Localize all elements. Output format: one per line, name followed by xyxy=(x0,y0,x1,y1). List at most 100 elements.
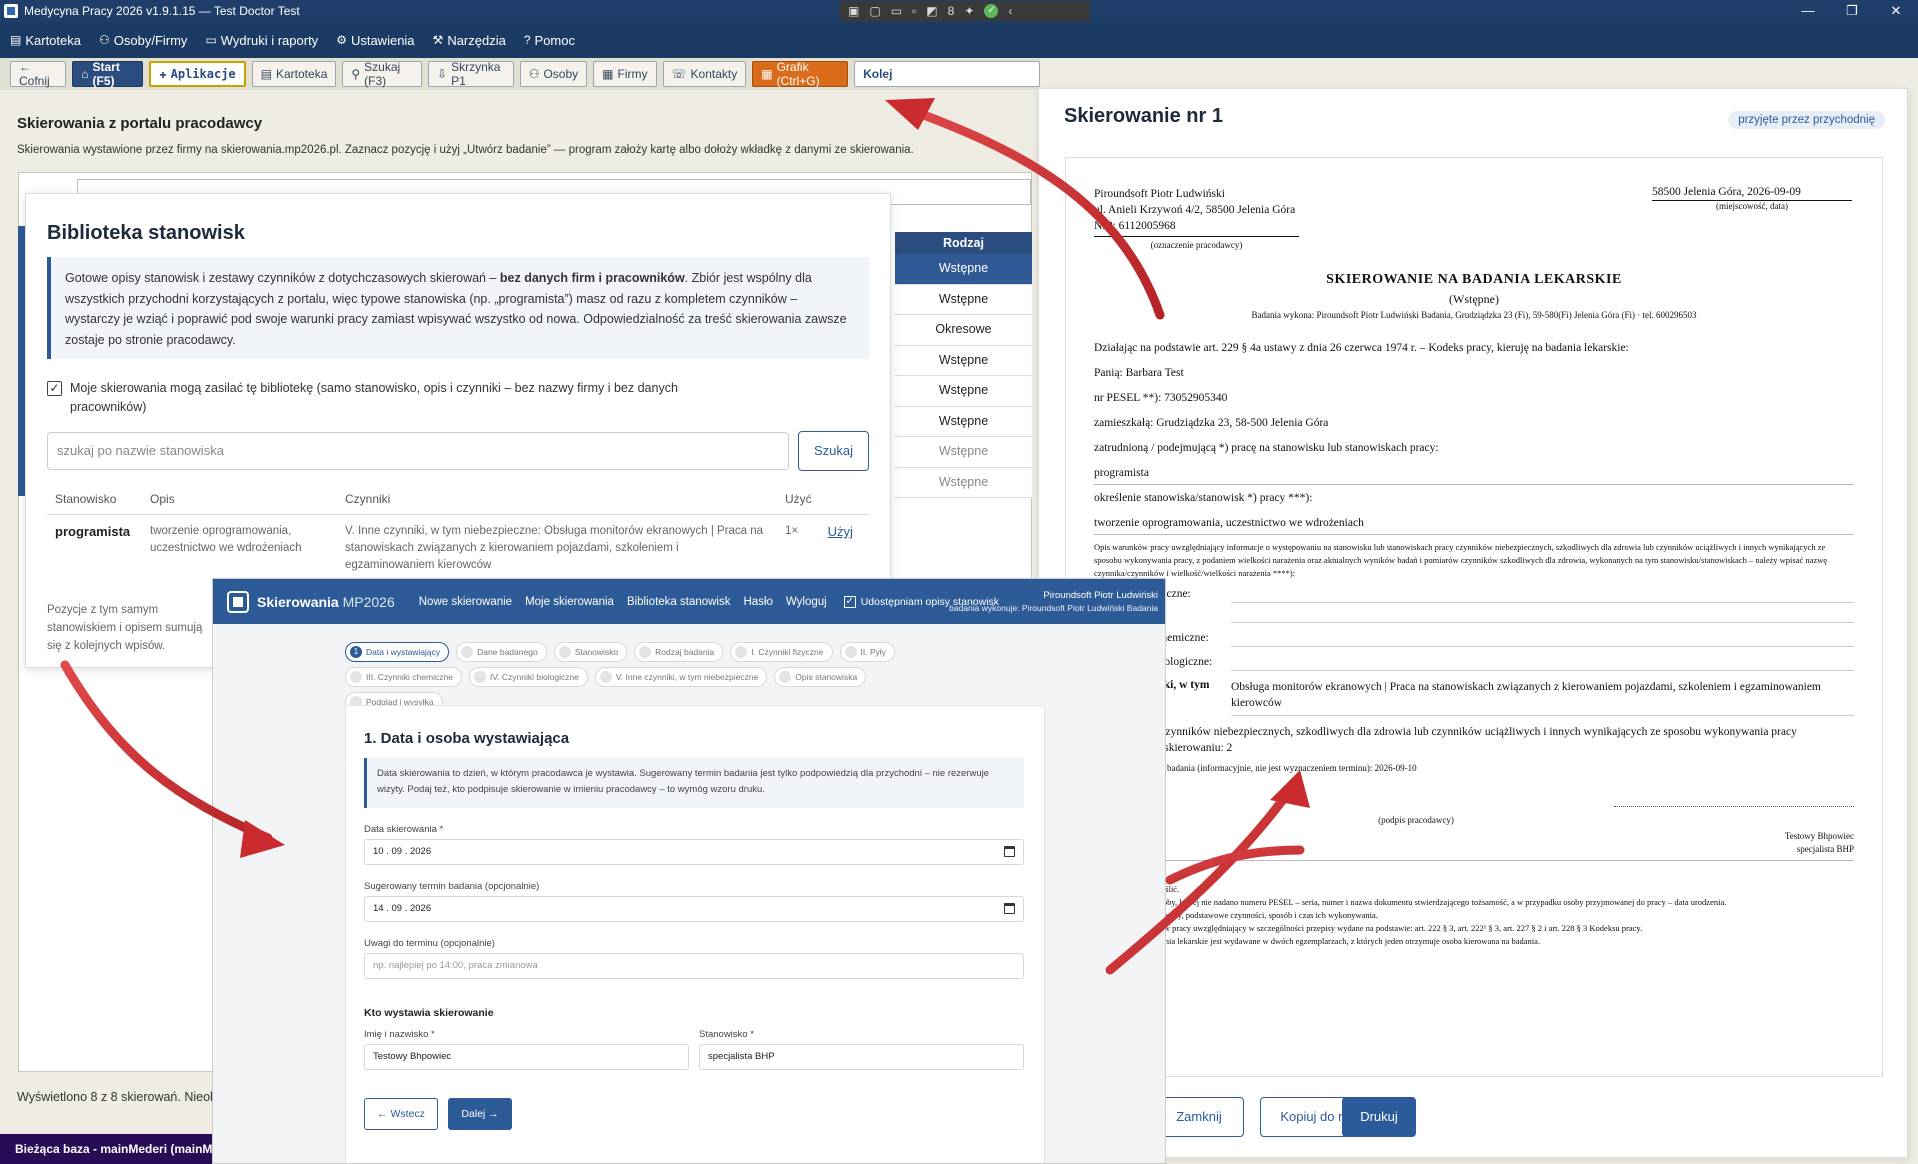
date-input[interactable]: 10 . 09 . 2026 xyxy=(364,839,1024,865)
menu-wydruki[interactable]: ▭ Wydruki i raporty xyxy=(205,33,318,48)
factor-other-value: Obsługa monitorów ekranowych | Praca na … xyxy=(1231,681,1821,709)
step-1[interactable]: 1 Data i wystawiający xyxy=(345,642,450,662)
monitor-icon[interactable]: ▣ xyxy=(848,4,859,18)
exam-provider: Badania wykona: Piroundsoft Piotr Ludwiń… xyxy=(1251,310,1697,320)
step-label: Opis stanowiska xyxy=(795,672,858,682)
menu-narzedzia[interactable]: ⚒ Narzędzia xyxy=(433,33,506,48)
step-2[interactable]: Dane badanego xyxy=(456,642,547,662)
start-button[interactable]: ⌂ Start (F5) xyxy=(72,60,144,88)
back-step-button[interactable]: ← Wstecz xyxy=(364,1098,438,1130)
firmy-button[interactable]: ▦ Firmy xyxy=(593,61,657,87)
employment-line: zatrudnioną / podejmującą *) pracę na st… xyxy=(1094,442,1439,454)
close-window-button[interactable]: ✕ xyxy=(1874,0,1918,22)
issuer-name-label: Imię i nazwisko * xyxy=(364,1029,435,1040)
inbox-button[interactable]: ⇩ Skrzynka P1 xyxy=(428,60,514,88)
step-dot xyxy=(599,671,612,683)
work-conditions-intro: Opis warunków pracy uwzględniający infor… xyxy=(1094,542,1828,578)
apps-button[interactable]: ✚ Aplikacje xyxy=(149,61,246,87)
calendar-icon[interactable] xyxy=(1004,846,1015,857)
menu-ustawienia[interactable]: ⚙ Ustawienia xyxy=(336,33,414,48)
table-row[interactable]: Wstępne xyxy=(895,467,1032,498)
row-count-text: Wyświetlono 8 z 8 skierowań. Nieobsłużon… xyxy=(17,1090,215,1104)
menu-pomoc[interactable]: ? Pomoc xyxy=(524,33,575,48)
folder-icon: ▤ xyxy=(10,33,22,47)
close-preview-button[interactable]: Zamknij xyxy=(1154,1097,1244,1137)
table-row[interactable]: Okresowe xyxy=(895,315,1032,346)
document-title: SKIEROWANIE NA BADANIA LEKARSKIE xyxy=(1326,272,1622,287)
next-step-button[interactable]: Dalej → xyxy=(448,1098,512,1130)
volume-count[interactable]: 8 xyxy=(948,4,955,18)
issuer-position-input[interactable]: specjalista BHP xyxy=(699,1044,1024,1070)
minimize-button[interactable]: — xyxy=(1786,0,1830,22)
back-button[interactable]: ← Cofnij xyxy=(10,60,67,88)
nav-logout[interactable]: Wyloguj xyxy=(786,596,827,608)
grafik-button[interactable]: ▦ Grafik (Ctrl+G) xyxy=(752,60,849,88)
step-10[interactable]: Opis stanowiska xyxy=(774,667,867,687)
library-search-input[interactable]: szukaj po nazwie stanowiska xyxy=(47,432,789,470)
table-row[interactable]: Wstępne xyxy=(895,406,1032,437)
step-7[interactable]: III. Czynniki chemiczne xyxy=(345,667,462,687)
table-row[interactable]: Wstępne xyxy=(895,437,1032,468)
share-checkbox-row[interactable]: ✓ Moje skierowania mogą zasilać tę bibli… xyxy=(47,379,727,417)
camera-icon[interactable]: ▢ xyxy=(869,4,880,18)
calendar-icon[interactable] xyxy=(1004,903,1015,914)
step-3[interactable]: Stanowisko xyxy=(553,642,628,662)
nav-library[interactable]: Biblioteka stanowisk xyxy=(627,596,731,608)
maximize-button[interactable]: ❐ xyxy=(1830,0,1874,22)
check-icon[interactable]: ✓ xyxy=(984,4,999,18)
table-row[interactable]: Wstępne xyxy=(895,345,1032,376)
section-title: 1. Data i osoba wystawiająca xyxy=(364,730,570,747)
step-label: III. Czynniki chemiczne xyxy=(366,672,453,682)
table-row: programista tworzenie oprogramowania, uc… xyxy=(47,515,869,583)
cast-icon[interactable]: ◩ xyxy=(926,4,937,18)
nav-my-referrals[interactable]: Moje skierowania xyxy=(525,596,614,608)
info-bold: bez danych firm i pracowników xyxy=(499,271,685,285)
remarks-input[interactable]: np. najlepiej po 14:00, praca zmianowa xyxy=(364,953,1024,979)
menu-kartoteka[interactable]: ▤ Kartoteka xyxy=(10,33,81,48)
print-button[interactable]: Drukuj xyxy=(1342,1097,1416,1137)
suggested-term: Sugerowany termin badania (informacyjnie… xyxy=(1094,763,1417,773)
step-8[interactable]: IV. Czynniki biologiczne xyxy=(468,667,588,687)
share-checkbox[interactable]: ✓ xyxy=(47,381,62,396)
position-spec-label: określenie stanowiska/stanowisk *) pracy… xyxy=(1094,492,1313,504)
step-4[interactable]: Rodzaj badania xyxy=(634,642,724,662)
window-titlebar: Medycyna Pracy 2026 v1.9.1.15 — Test Doc… xyxy=(0,0,1918,22)
menu-osoby-firmy[interactable]: ⚇ Osoby/Firmy xyxy=(99,33,187,48)
kolejka-button[interactable]: Kolej xyxy=(854,61,1040,87)
signer-block: Testowy Bhpowiec specjalista BHP xyxy=(1614,830,1854,856)
accessibility-icon[interactable]: ✦ xyxy=(964,4,974,18)
issuer-name-input[interactable]: Testowy Bhpowiec xyxy=(364,1044,689,1070)
column-header-rodzaj[interactable]: Rodzaj xyxy=(895,232,1032,254)
portal-brand[interactable]: Skierowania MP2026 xyxy=(257,594,395,610)
search-button[interactable]: ⚲ Szukaj (F3) xyxy=(342,60,423,88)
step-6[interactable]: II. Pyły xyxy=(839,642,896,662)
issuer-position-label: Stanowisko * xyxy=(699,1029,754,1040)
kartoteka-button[interactable]: ▤ Kartoteka xyxy=(251,61,337,87)
share-checkbox[interactable]: ✓ xyxy=(843,595,856,608)
factor-count: Łączna liczba czynników niebezpiecznych,… xyxy=(1094,726,1797,754)
app-icon xyxy=(4,4,18,18)
kontakty-button[interactable]: ☏ Kontakty xyxy=(662,61,747,87)
screen-icon[interactable]: ▭ xyxy=(891,4,902,18)
use-link[interactable]: Użyj xyxy=(828,524,853,539)
osoby-button[interactable]: ⚇ Osoby xyxy=(519,61,588,87)
signer-position: specjalista BHP xyxy=(1796,844,1854,854)
referral-preview-panel: Skierowanie nr 1 przyjęte przez przychod… xyxy=(1038,88,1908,1158)
term-input[interactable]: 14 . 09 . 2026 xyxy=(364,896,1024,922)
library-search-button[interactable]: Szukaj xyxy=(798,431,869,471)
table-row[interactable]: Wstępne xyxy=(895,254,1032,285)
nav-password[interactable]: Hasło xyxy=(744,596,773,608)
window-icon[interactable]: ▫ xyxy=(912,4,916,18)
nav-new-referral[interactable]: Nowe skierowanie xyxy=(419,596,512,608)
legal-basis: Działając na podstawie art. 229 § 4a ust… xyxy=(1094,342,1629,354)
table-row[interactable]: Wstępne xyxy=(895,376,1032,407)
menu-label: Wydruki i raporty xyxy=(220,32,319,48)
folder-icon: ▤ xyxy=(260,67,272,81)
step-9[interactable]: V. Inne czynniki, w tym niebezpieczne xyxy=(594,667,768,687)
menu-bar: ▤ Kartoteka ⚇ Osoby/Firmy ▭ Wydruki i rapor… xyxy=(0,22,1918,58)
chevron-left-icon[interactable]: ‹ xyxy=(1008,4,1012,18)
rodzaj-column: Wstępne Wstępne Okresowe Wstępne Wstępne… xyxy=(895,254,1032,498)
step-5[interactable]: I. Czynniki fizyczne xyxy=(730,642,833,662)
table-row[interactable]: Wstępne xyxy=(895,284,1032,315)
position-count: 1× xyxy=(785,525,799,537)
